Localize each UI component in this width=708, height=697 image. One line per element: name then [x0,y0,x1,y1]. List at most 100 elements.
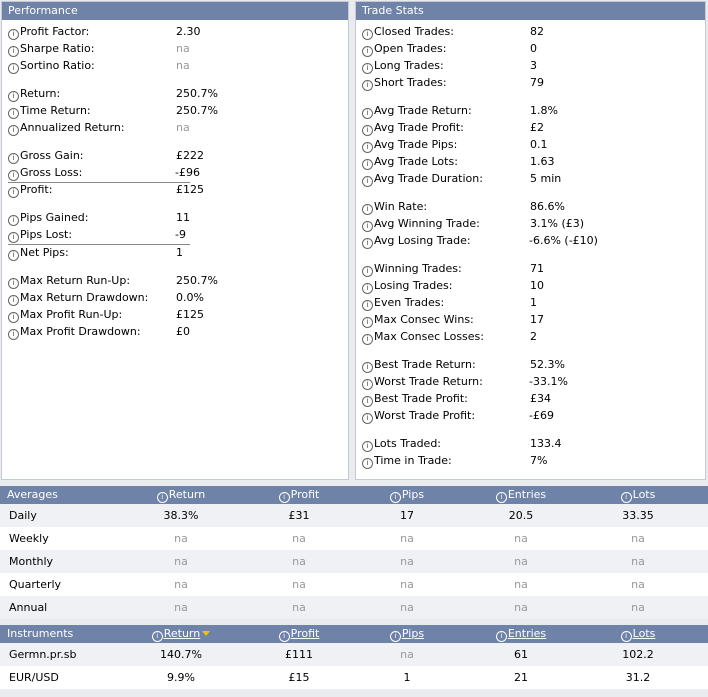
column-header-lots[interactable]: i Lots [593,625,683,643]
info-icon[interactable]: i [8,63,19,74]
info-icon[interactable]: i [495,631,507,642]
instruments-header: Instruments i Return i Profit i Pips i Entries i… [0,625,708,643]
info-icon[interactable]: i [362,176,373,187]
table-cell: na [400,601,414,614]
table-cell: 17 [400,509,414,522]
performance-label-text: Profit Factor: [20,25,90,38]
table-row[interactable]: Daily 38.3% £31 17 20.5 33.35 [0,504,708,527]
info-icon[interactable]: i [8,125,19,136]
info-icon[interactable]: i [362,221,373,232]
info-icon[interactable]: i [8,153,19,164]
info-icon[interactable]: i [495,492,507,503]
info-icon[interactable]: i [8,215,19,226]
info-icon[interactable]: i [362,46,373,57]
trade-stats-title: Trade Stats [356,2,705,20]
table-cell: na [174,578,188,591]
trade-stats-label: i Avg Trade Pips: [362,137,457,153]
table-row[interactable]: EUR/USD 9.9% £15 1 21 31.2 [0,666,708,689]
info-icon[interactable]: i [362,125,373,136]
table-row[interactable]: Weekly na na na na na [0,527,708,550]
info-icon[interactable]: i [389,631,401,642]
trade-stats-label: i Open Trades: [362,41,446,57]
info-icon[interactable]: i [8,91,19,102]
info-icon[interactable]: i [620,631,632,642]
info-icon[interactable]: i [362,63,373,74]
trade-stats-value: £34 [530,392,551,405]
column-header-entries: i Entries [476,486,566,504]
trade-stats-row: i Best Trade Return: 52.3% [356,357,705,373]
info-icon[interactable]: i [156,492,168,503]
info-icon[interactable]: i [278,631,290,642]
performance-value: na [176,59,190,72]
info-icon[interactable]: i [8,250,19,261]
info-icon[interactable]: i [362,441,373,452]
trade-stats-label: i Winning Trades: [362,261,462,277]
info-icon[interactable]: i [8,232,19,243]
sort-down-arrow-icon[interactable] [202,631,211,636]
info-icon[interactable]: i [362,317,373,328]
info-icon[interactable]: i [362,142,373,153]
info-icon[interactable]: i [362,362,373,373]
column-header-profit[interactable]: i Profit [254,625,344,643]
info-icon[interactable]: i [362,108,373,119]
info-icon[interactable]: i [151,631,163,642]
row-label: Quarterly [9,578,62,591]
trade-stats-label-text: Max Consec Losses: [374,330,484,343]
table-row[interactable]: Monthly na na na na na [0,550,708,573]
trade-stats-value: 52.3% [530,358,565,371]
info-icon[interactable]: i [362,413,373,424]
info-icon[interactable]: i [8,312,19,323]
performance-label: i Time Return: [8,103,91,119]
row-label: Germn.pr.sb [9,648,77,661]
trade-stats-label-text: Avg Trade Duration: [374,172,483,185]
info-icon[interactable]: i [362,283,373,294]
table-row[interactable]: Quarterly na na na na na [0,573,708,596]
trade-stats-label-text: Lots Traded: [374,437,442,450]
performance-value: 2.30 [176,25,201,38]
column-header-entries[interactable]: i Entries [476,625,566,643]
trade-stats-row: i Long Trades: 3 [356,58,705,74]
info-icon[interactable]: i [8,187,19,198]
info-icon[interactable]: i [362,396,373,407]
info-icon[interactable]: i [278,492,290,503]
trade-stats-row: i Time in Trade: 7% [356,453,705,469]
info-icon[interactable]: i [362,159,373,170]
info-icon[interactable]: i [362,300,373,311]
column-header-pips[interactable]: i Pips [362,625,452,643]
info-icon[interactable]: i [8,46,19,57]
table-cell: £31 [288,509,310,522]
info-icon[interactable]: i [362,266,373,277]
info-icon[interactable]: i [362,204,373,215]
info-icon[interactable]: i [362,379,373,390]
trade-stats-label: i Even Trades: [362,295,444,311]
info-icon[interactable]: i [8,170,19,181]
performance-label: i Max Return Drawdown: [8,290,148,306]
info-icon[interactable]: i [362,458,373,469]
trade-stats-row: i Winning Trades: 71 [356,261,705,277]
performance-row: i Max Return Run-Up: 250.7% [2,273,348,289]
trade-stats-label: i Closed Trades: [362,24,454,40]
performance-value: -9 [175,228,186,241]
table-cell: na [514,601,528,614]
table-row[interactable]: Germn.pr.sb 140.7% £111 na 61 102.2 [0,643,708,666]
trade-stats-label: i Long Trades: [362,58,444,74]
performance-label: i Sortino Ratio: [8,58,95,74]
info-icon[interactable]: i [362,334,373,345]
info-icon[interactable]: i [8,278,19,289]
column-header-label: Pips [401,488,425,501]
column-header-return[interactable]: i Return [136,625,226,643]
info-icon[interactable]: i [8,29,19,40]
table-cell: 140.7% [160,648,202,661]
info-icon[interactable]: i [8,329,19,340]
table-row[interactable]: Annual na na na na na [0,596,708,619]
performance-row: i Max Return Drawdown: 0.0% [2,290,348,306]
performance-value: -£96 [175,166,200,179]
info-icon[interactable]: i [8,108,19,119]
info-icon[interactable]: i [362,80,373,91]
table-cell: na [400,578,414,591]
info-icon[interactable]: i [8,295,19,306]
info-icon[interactable]: i [362,238,373,249]
info-icon[interactable]: i [620,492,632,503]
info-icon[interactable]: i [362,29,373,40]
info-icon[interactable]: i [389,492,401,503]
